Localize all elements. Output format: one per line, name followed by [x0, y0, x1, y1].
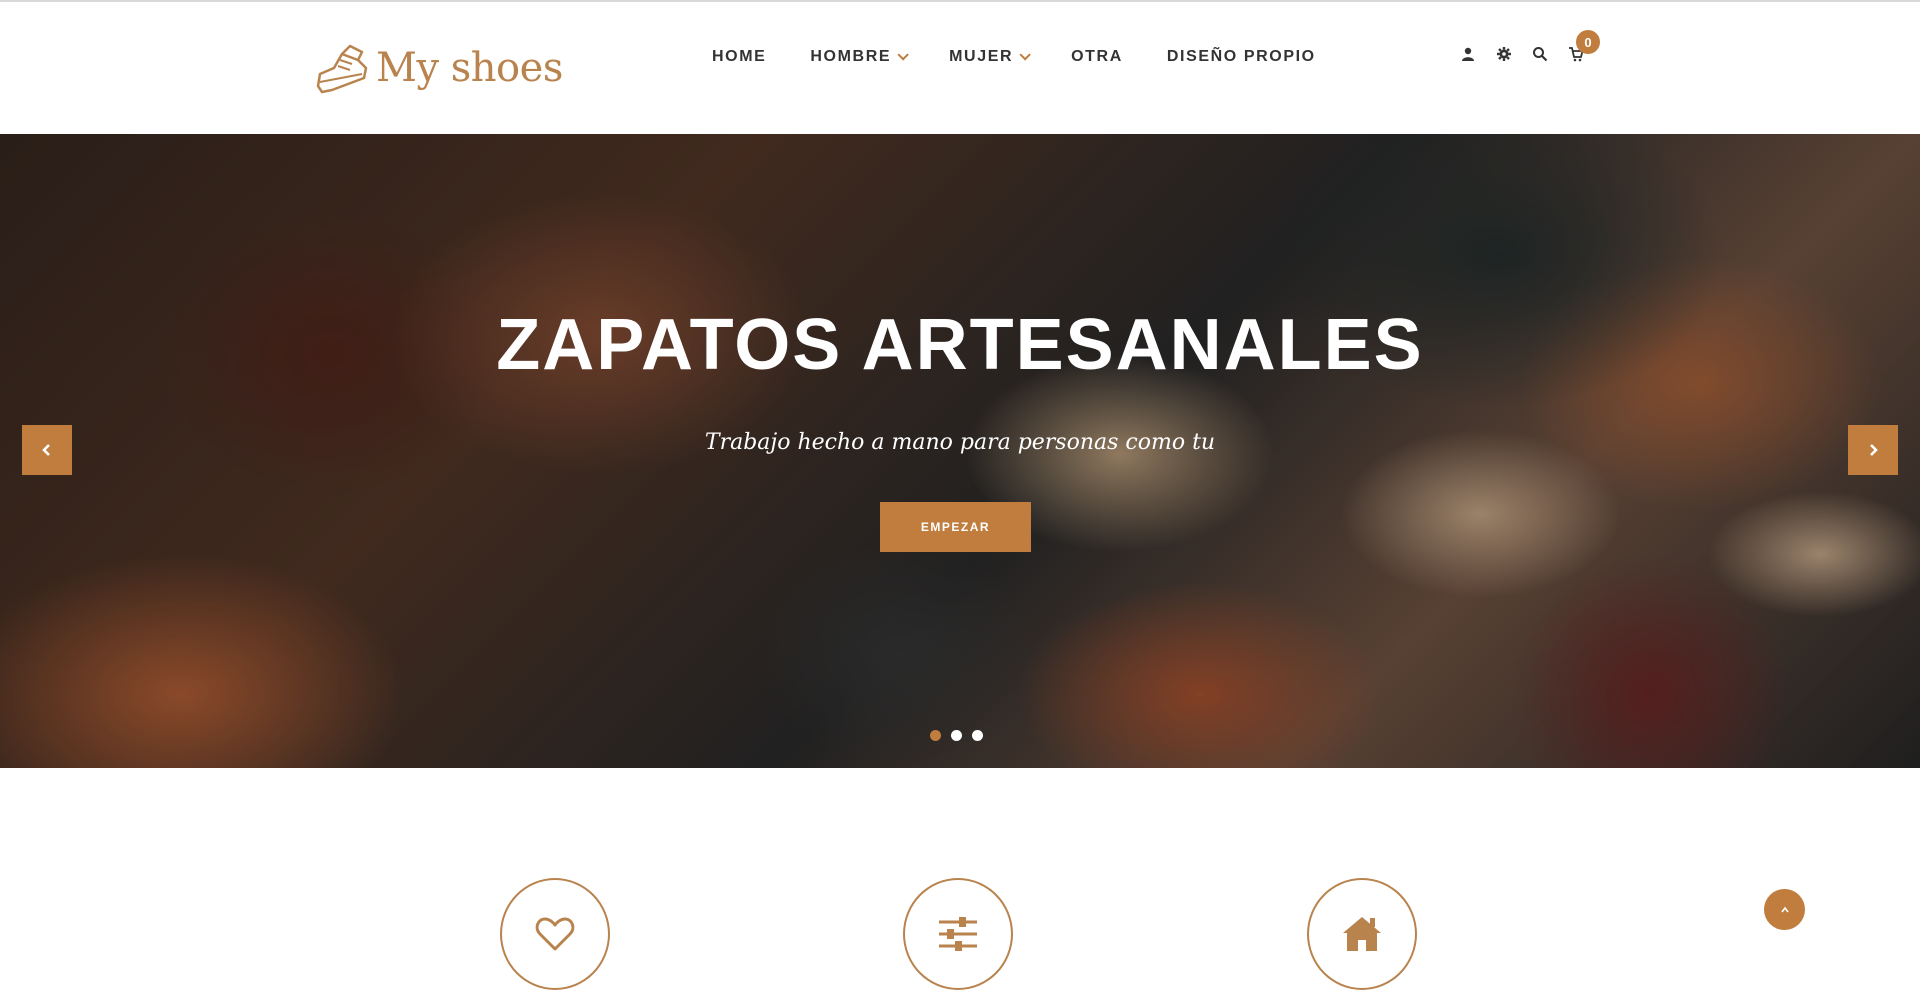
chevron-left-icon	[42, 444, 50, 456]
slider-dot-1[interactable]	[930, 730, 941, 741]
header-tools: 0	[1458, 30, 1600, 66]
nav-otra-label: OTRA	[1071, 48, 1123, 65]
cart-button[interactable]: 0	[1566, 30, 1600, 66]
nav-home[interactable]: HOME	[690, 44, 788, 70]
nav-mujer[interactable]: MUJER	[927, 44, 1049, 70]
search-icon	[1533, 47, 1548, 62]
gear-icon	[1497, 47, 1511, 61]
nav-otra[interactable]: OTRA	[1049, 44, 1145, 70]
chevron-down-icon	[1019, 49, 1031, 61]
home-icon	[1343, 917, 1381, 951]
slider-dots	[930, 730, 983, 741]
user-icon	[1462, 47, 1474, 61]
site-header: My shoes HOME HOMBRE MUJER OTRA DISEÑO P…	[0, 2, 1920, 134]
nav-diseno-propio-label: DISEÑO PROPIO	[1166, 48, 1316, 65]
feature-favorites	[500, 878, 610, 990]
start-button[interactable]: EMPEZAR	[880, 502, 1031, 552]
slider-dot-2[interactable]	[951, 730, 962, 741]
logo-text: My shoes	[376, 45, 563, 91]
nav-hombre-label: HOMBRE	[810, 48, 892, 65]
feature-home	[1307, 878, 1417, 990]
feature-customize	[903, 878, 1013, 990]
sliders-icon	[939, 917, 977, 951]
nav-mujer-label: MUJER	[949, 48, 1014, 65]
settings-button[interactable]	[1494, 42, 1514, 66]
search-button[interactable]	[1530, 42, 1550, 66]
user-button[interactable]	[1458, 42, 1478, 66]
logo[interactable]: My shoes	[312, 36, 563, 100]
heart-icon	[535, 917, 575, 951]
shoe-logo-icon	[316, 44, 368, 94]
chevron-down-icon	[897, 49, 909, 61]
slider-next-button[interactable]	[1848, 425, 1898, 475]
slider-dot-3[interactable]	[972, 730, 983, 741]
cart-count-badge: 0	[1576, 30, 1600, 54]
chevron-right-icon	[1870, 444, 1878, 456]
hero-slider: ZAPATOS ARTESANALES Trabajo hecho a mano…	[0, 134, 1920, 768]
hero-title: ZAPATOS ARTESANALES	[496, 305, 1424, 385]
nav-home-label: HOME	[712, 48, 767, 65]
hero-subtitle: Trabajo hecho a mano para personas como …	[704, 430, 1216, 455]
main-nav: HOME HOMBRE MUJER OTRA DISEÑO PROPIO	[690, 44, 1338, 70]
nav-diseno-propio[interactable]: DISEÑO PROPIO	[1145, 44, 1338, 70]
nav-hombre[interactable]: HOMBRE	[788, 44, 927, 70]
scroll-to-top-button[interactable]	[1764, 889, 1805, 930]
slider-prev-button[interactable]	[22, 425, 72, 475]
chevron-up-icon	[1780, 906, 1789, 912]
